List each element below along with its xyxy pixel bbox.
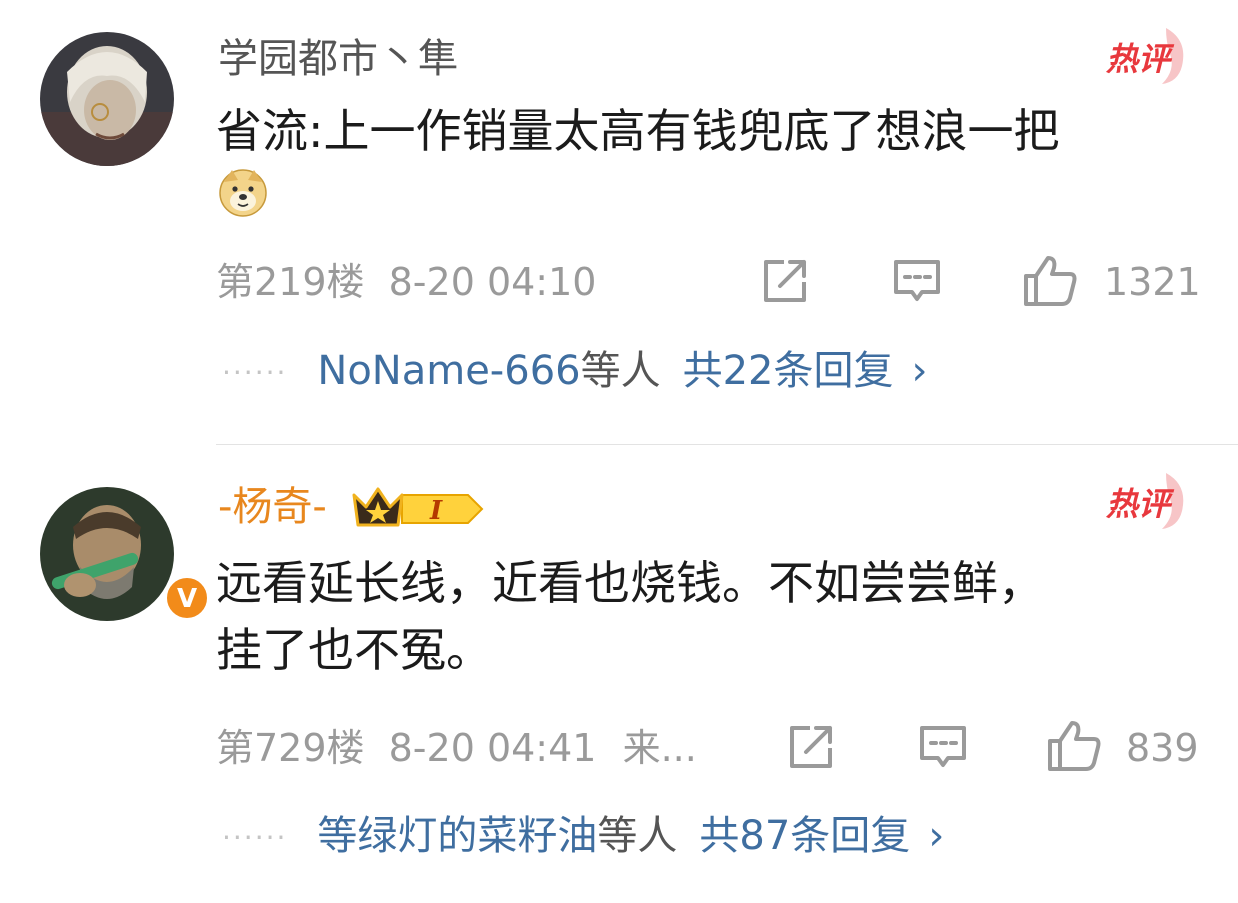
source-text: 来... [622, 726, 697, 770]
share-icon[interactable] [758, 254, 812, 308]
like-count: 1321 [1104, 260, 1201, 304]
svg-text:V: V [177, 584, 197, 614]
vip-crown-badge-icon: I [352, 487, 484, 527]
comment-meta: 第219楼 8-20 04:10 [216, 259, 596, 305]
share-icon[interactable] [784, 720, 838, 774]
username[interactable]: 学园都市丶隼 [218, 34, 458, 84]
reply-total[interactable]: 共22条回复 [683, 348, 894, 394]
thumbs-up-icon[interactable] [1046, 717, 1104, 775]
reply-user[interactable]: NoName-666 [317, 348, 580, 394]
timestamp: 8-20 04:41 [388, 726, 597, 770]
avatar[interactable] [40, 32, 174, 166]
username[interactable]: -杨奇- [218, 482, 327, 532]
verified-badge-icon: V [163, 574, 211, 622]
ellipsis-dots: ······ [222, 821, 288, 854]
like-count: 839 [1126, 726, 1199, 770]
reply-total[interactable]: 共87条回复 [699, 813, 910, 859]
hot-comment-badge: 热评 [1105, 473, 1184, 529]
avatar[interactable]: V [40, 487, 211, 622]
vip-level: I [429, 496, 443, 526]
reply-preview[interactable]: ······ NoName-666等人 共22条回复 › [222, 346, 928, 398]
thumbs-up-icon[interactable] [1022, 252, 1080, 310]
comment-icon[interactable] [916, 720, 970, 774]
avatar-image [40, 487, 174, 621]
comment-text: 挂了也不冤。 [216, 623, 492, 677]
reply-suffix: 等人 [580, 348, 661, 394]
chevron-right-icon[interactable]: › [912, 348, 928, 394]
floor-number: 第219楼 [216, 260, 365, 304]
chevron-right-icon[interactable]: › [928, 813, 944, 859]
timestamp: 8-20 04:10 [388, 260, 597, 304]
comment-text: 远看延长线，近看也烧钱。不如尝尝鲜， [216, 556, 1044, 610]
comment-icon[interactable] [890, 254, 944, 308]
hot-comment-badge: 热评 [1105, 28, 1184, 84]
doge-emoji-icon [219, 169, 267, 217]
comment-item: V -杨奇- I 热评 远看延长线，近看也烧钱。不如尝尝鲜， 挂了也不冤。 第7… [0, 445, 1238, 903]
comment-item: 学园都市丶隼 热评 省流:上一作销量太高有钱兜底了想浪一把 第219楼 8-20… [0, 0, 1238, 444]
hot-label: 热评 [1105, 485, 1175, 523]
hot-label: 热评 [1105, 40, 1175, 78]
comment-meta: 第729楼 8-20 04:41 来... [216, 725, 697, 771]
floor-number: 第729楼 [216, 726, 365, 770]
comment-text: 省流:上一作销量太高有钱兜底了想浪一把 [216, 104, 1060, 158]
reply-user[interactable]: 等绿灯的菜籽油 [317, 813, 597, 859]
avatar-image [40, 32, 174, 166]
reply-preview[interactable]: ······ 等绿灯的菜籽油等人 共87条回复 › [222, 811, 944, 863]
ellipsis-dots: ······ [222, 356, 288, 389]
reply-suffix: 等人 [597, 813, 678, 859]
